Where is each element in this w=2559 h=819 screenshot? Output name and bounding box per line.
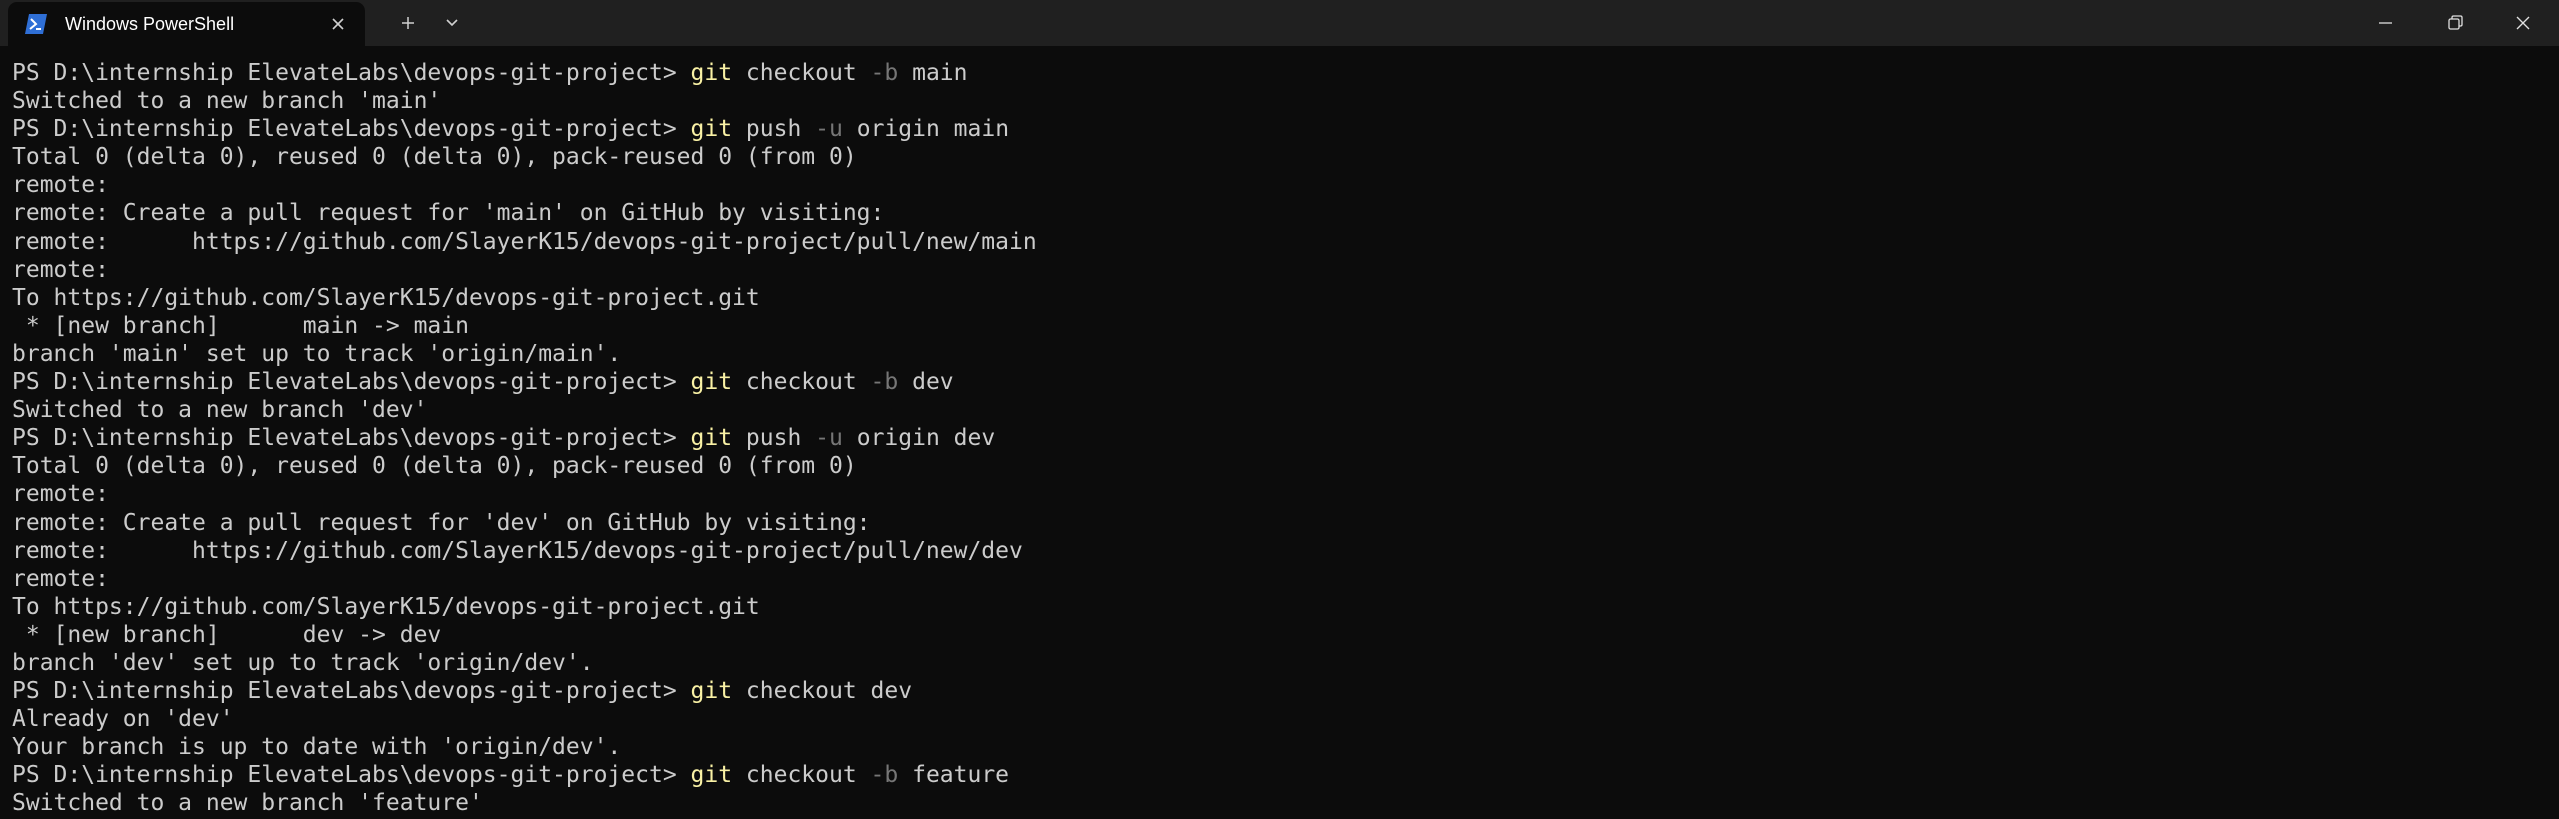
prompt: PS D:\internship ElevateLabs\devops-git-… (12, 678, 691, 705)
command-args: checkout (745, 762, 871, 789)
output-line: Total 0 (delta 0), reused 0 (delta 0), p… (12, 453, 857, 480)
prompt: PS D:\internship ElevateLabs\devops-git-… (12, 116, 691, 143)
command-args: checkout (745, 369, 871, 396)
prompt: PS D:\internship ElevateLabs\devops-git-… (12, 425, 691, 452)
output-line: remote: https://github.com/SlayerK15/dev… (12, 537, 1023, 564)
output-line: remote: (12, 481, 109, 508)
output-line: To https://github.com/SlayerK15/devops-g… (12, 284, 760, 311)
command-flag: -u (815, 425, 843, 452)
close-window-button[interactable] (2489, 0, 2558, 46)
output-line: Total 0 (delta 0), reused 0 (delta 0), p… (12, 144, 857, 171)
tab-windows-powershell[interactable]: Windows PowerShell (8, 2, 365, 46)
powershell-window: Windows PowerShell PS D:\internship Elev… (0, 0, 2559, 819)
command-name: git (690, 678, 733, 705)
terminal-output[interactable]: PS D:\internship ElevateLabs\devops-git-… (12, 59, 2552, 819)
output-line: Already on 'dev' (12, 706, 234, 733)
command-args: feature (898, 762, 1010, 789)
prompt: PS D:\internship ElevateLabs\devops-git-… (12, 60, 691, 86)
command-line: PS D:\internship ElevateLabs\devops-git-… (12, 424, 2552, 452)
command-flag: -b (870, 60, 899, 86)
restore-icon (2420, 0, 2489, 46)
command-name: git (690, 762, 733, 789)
tab-close-button[interactable] (326, 12, 350, 36)
command-line: PS D:\internship ElevateLabs\devops-git-… (12, 115, 2552, 143)
output-line: remote: Create a pull request for 'main'… (12, 200, 885, 227)
output-line: remote: https://github.com/SlayerK15/dev… (12, 228, 1037, 255)
output-line: Switched to a new branch 'main' (12, 88, 442, 115)
output-line: remote: (12, 256, 109, 283)
tab-dropdown-button[interactable] (436, 8, 468, 38)
output-line: * [new branch] main -> main (12, 312, 469, 339)
command-flag: -u (815, 116, 843, 143)
command-line: PS D:\internship ElevateLabs\devops-git-… (12, 677, 2552, 705)
new-tab-button[interactable] (392, 8, 424, 38)
command-line: PS D:\internship ElevateLabs\devops-git-… (12, 368, 2552, 396)
command-args: push (745, 116, 816, 143)
command-name: git (690, 425, 733, 452)
command-line: PS D:\internship ElevateLabs\devops-git-… (12, 59, 2552, 87)
command-args: push (745, 425, 816, 452)
command-args: origin main (842, 116, 1010, 143)
command-flag: -b (870, 369, 899, 396)
command-name: git (690, 60, 733, 86)
output-line: Your branch is up to date with 'origin/d… (12, 734, 622, 761)
chevron-down-icon (436, 8, 468, 38)
output-line: remote: Create a pull request for 'dev' … (12, 509, 871, 536)
output-line: remote: (12, 565, 109, 592)
output-line: Switched to a new branch 'feature' (12, 790, 483, 817)
command-args: dev (898, 369, 954, 396)
command-args: origin dev (842, 425, 996, 452)
powershell-icon (25, 14, 47, 34)
output-line: To https://github.com/SlayerK15/devops-g… (12, 593, 760, 620)
command-line: PS D:\internship ElevateLabs\devops-git-… (12, 761, 2552, 789)
output-line: * [new branch] dev -> dev (12, 621, 442, 648)
close-icon (326, 12, 350, 36)
tab-title: Windows PowerShell (65, 14, 235, 34)
command-args: checkout (745, 60, 871, 86)
restore-button[interactable] (2420, 0, 2489, 46)
command-args: main (898, 60, 968, 86)
minimize-icon (2351, 0, 2420, 46)
command-name: git (690, 116, 733, 143)
minimize-button[interactable] (2351, 0, 2420, 46)
command-flag: -b (870, 762, 899, 789)
output-line: Switched to a new branch 'dev' (12, 397, 428, 424)
output-line: branch 'main' set up to track 'origin/ma… (12, 340, 622, 367)
plus-icon (392, 8, 424, 38)
command-name: git (690, 369, 733, 396)
output-line: branch 'dev' set up to track 'origin/dev… (12, 649, 594, 676)
prompt: PS D:\internship ElevateLabs\devops-git-… (12, 762, 691, 789)
output-line: remote: (12, 172, 109, 199)
command-args: checkout dev (745, 678, 913, 705)
title-bar[interactable]: Windows PowerShell (0, 0, 2559, 46)
close-icon (2489, 0, 2558, 46)
prompt: PS D:\internship ElevateLabs\devops-git-… (12, 369, 691, 396)
